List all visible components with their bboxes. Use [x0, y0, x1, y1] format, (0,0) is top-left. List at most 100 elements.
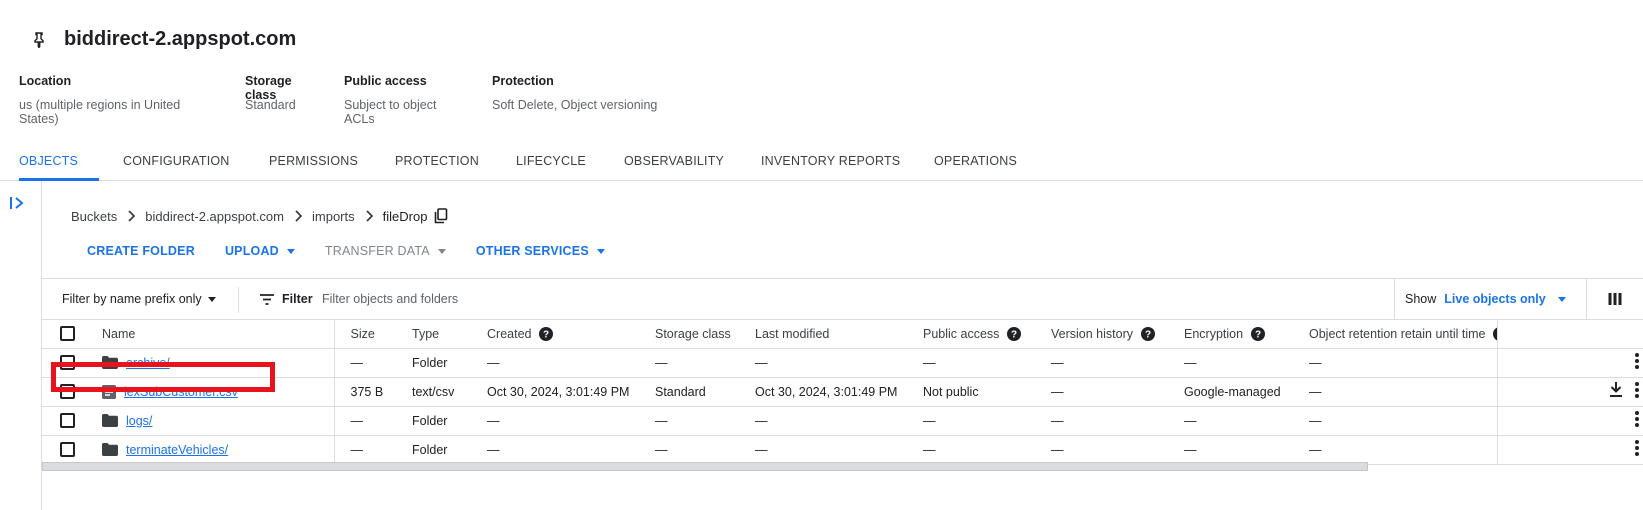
col-created[interactable]: Created?	[471, 320, 639, 349]
breadcrumb-imports[interactable]: imports	[312, 209, 355, 224]
more-vert-icon[interactable]	[1635, 411, 1639, 430]
caret-down-icon	[596, 248, 605, 254]
objects-table: Name Size Type Created? Storage class La…	[42, 320, 1643, 465]
other-services-button[interactable]: OTHER SERVICES	[476, 244, 605, 258]
breadcrumb-bucket[interactable]: biddirect-2.appspot.com	[145, 209, 284, 224]
meta-location: Location us (multiple regions in United …	[19, 74, 221, 126]
cell-retention: —	[1293, 348, 1497, 378]
col-storage-class[interactable]: Storage class	[639, 320, 739, 349]
more-vert-icon[interactable]	[1635, 440, 1639, 459]
help-icon[interactable]: ?	[1493, 327, 1497, 341]
table-row[interactable]: archive/ — Folder — — — — — — —	[42, 348, 1643, 378]
col-public-access[interactable]: Public access?	[907, 320, 1035, 349]
tab-inventory-reports[interactable]: INVENTORY REPORTS	[761, 140, 901, 180]
meta-value: us (multiple regions in United States)	[19, 98, 181, 126]
filter-input[interactable]	[322, 285, 1022, 313]
transfer-data-button[interactable]: TRANSFER DATA	[325, 244, 446, 258]
filter-icon	[260, 293, 274, 305]
caret-down-icon	[286, 248, 295, 254]
svg-text:?: ?	[543, 329, 549, 340]
cell-encryption: Google-managed	[1168, 377, 1293, 407]
column-display-button[interactable]	[1586, 279, 1643, 319]
scrollbar-thumb[interactable]	[42, 462, 1368, 471]
cell-type: Folder	[396, 406, 471, 436]
folder-icon	[102, 414, 118, 427]
filter-bar: Filter by name prefix only Filter Show L…	[42, 278, 1643, 320]
cell-encryption: —	[1168, 348, 1293, 378]
help-icon[interactable]: ?	[539, 326, 554, 341]
tab-configuration[interactable]: CONFIGURATION	[123, 140, 241, 180]
cell-created: —	[471, 406, 639, 436]
col-retention[interactable]: Object retention retain until time?	[1293, 320, 1497, 349]
cell-version-history: —	[1035, 435, 1168, 465]
table-header-row: Name Size Type Created? Storage class La…	[42, 320, 1643, 349]
cell-version-history: —	[1035, 377, 1168, 407]
meta-value: Soft Delete, Object versioning	[492, 98, 658, 112]
filter-mode-select[interactable]: Filter by name prefix only	[62, 292, 216, 306]
breadcrumb-buckets[interactable]: Buckets	[71, 209, 117, 224]
meta-label: Public access	[344, 74, 427, 88]
help-icon[interactable]: ?	[1140, 326, 1155, 341]
help-icon[interactable]: ?	[1251, 326, 1266, 341]
object-name-link[interactable]: logs/	[126, 414, 152, 428]
object-name-link[interactable]: terminateVehicles/	[126, 443, 228, 457]
table-row[interactable]: terminateVehicles/ — Folder — — — — — — …	[42, 435, 1643, 465]
meta-storage-class: Storage class Standard	[245, 74, 320, 126]
expand-panel-icon[interactable]	[9, 195, 27, 211]
cell-created: Oct 30, 2024, 3:01:49 PM	[471, 377, 639, 407]
create-folder-button[interactable]: CREATE FOLDER	[87, 244, 195, 258]
tab-protection[interactable]: PROTECTION	[395, 140, 481, 180]
pin-icon[interactable]	[30, 31, 48, 49]
show-select[interactable]: Show Live objects only	[1394, 279, 1566, 319]
cell-storage-class: —	[639, 406, 739, 436]
cell-storage-class: Standard	[639, 377, 739, 407]
cell-last-modified: —	[739, 435, 907, 465]
tab-observability[interactable]: OBSERVABILITY	[624, 140, 729, 180]
tab-permissions[interactable]: PERMISSIONS	[269, 140, 359, 180]
tab-lifecycle[interactable]: LIFECYCLE	[516, 140, 586, 180]
object-name-link[interactable]: archive/	[126, 356, 170, 370]
horizontal-scrollbar[interactable]	[42, 462, 1643, 472]
row-checkbox[interactable]	[60, 355, 75, 371]
cell-public-access: —	[907, 406, 1035, 436]
meta-value: Standard	[245, 98, 296, 112]
filter-button[interactable]: Filter	[260, 292, 313, 306]
select-all-checkbox[interactable]	[60, 326, 75, 342]
svg-text:?: ?	[1255, 329, 1261, 340]
col-last-modified[interactable]: Last modified	[739, 320, 907, 349]
table-row[interactable]: logs/ — Folder — — — — — — —	[42, 406, 1643, 436]
cell-version-history: —	[1035, 348, 1168, 378]
tab-objects[interactable]: OBJECTS	[19, 140, 99, 181]
chevron-right-icon	[365, 210, 373, 222]
meta-label: Storage class	[245, 74, 292, 102]
object-name-link[interactable]: lexSubCustomer.csv	[124, 385, 238, 399]
left-rail	[0, 181, 42, 510]
col-name[interactable]: Name	[86, 320, 335, 349]
download-icon[interactable]	[1609, 382, 1623, 401]
help-icon[interactable]: ?	[1007, 326, 1022, 341]
show-value[interactable]: Live objects only	[1444, 292, 1566, 306]
meta-value: Subject to object ACLs	[344, 98, 437, 126]
cell-storage-class: —	[639, 348, 739, 378]
table-row[interactable]: lexSubCustomer.csv 375 B text/csv Oct 30…	[42, 377, 1643, 407]
row-checkbox[interactable]	[60, 442, 75, 458]
cell-size: 375 B	[334, 377, 396, 407]
col-type[interactable]: Type	[396, 320, 471, 349]
row-checkbox[interactable]	[60, 384, 75, 400]
svg-text:?: ?	[1011, 329, 1017, 340]
col-encryption[interactable]: Encryption?	[1168, 320, 1293, 349]
meta-public-access: Public access Subject to object ACLs	[344, 74, 468, 126]
col-version-history[interactable]: Version history?	[1035, 320, 1168, 349]
cell-retention: —	[1293, 435, 1497, 465]
breadcrumb-current: fileDrop	[382, 208, 428, 224]
row-checkbox[interactable]	[60, 413, 75, 429]
more-vert-icon[interactable]	[1635, 353, 1639, 372]
copy-icon[interactable]	[434, 208, 448, 224]
col-size[interactable]: Size	[334, 320, 396, 349]
cell-size: —	[334, 348, 396, 378]
more-vert-icon[interactable]	[1635, 382, 1639, 401]
upload-button[interactable]: UPLOAD	[225, 244, 295, 258]
tab-operations[interactable]: OPERATIONS	[934, 140, 1024, 180]
cell-last-modified: —	[739, 348, 907, 378]
cell-encryption: —	[1168, 435, 1293, 465]
